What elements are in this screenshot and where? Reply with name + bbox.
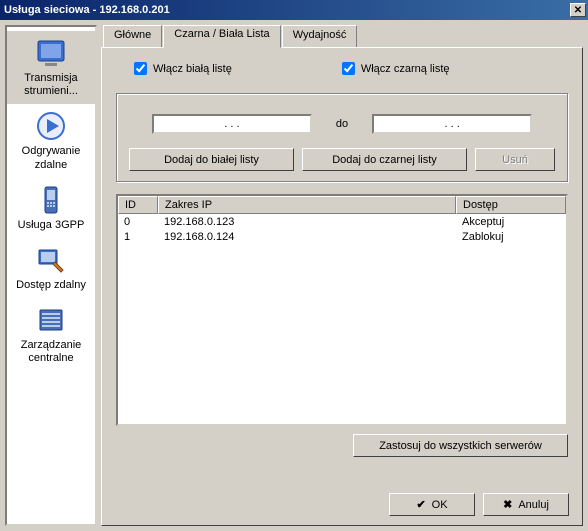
title-bar: Usługa sieciowa - 192.168.0.201 ✕: [0, 0, 588, 20]
enable-white-list-checkbox[interactable]: Włącz białą listę: [134, 62, 232, 75]
tab-main[interactable]: Główne: [103, 25, 162, 47]
cell-access: Akceptuj: [456, 214, 566, 229]
phone-icon: [35, 184, 67, 216]
sidebar-item-label: Dostęp zdalny: [16, 279, 86, 292]
ip-range-group: . . . do . . . Dodaj do białej listy Dod…: [116, 93, 568, 182]
sidebar-item-remote-playback[interactable]: Odgrywanie zdalne: [7, 104, 95, 177]
x-icon: ✖: [503, 498, 512, 511]
tab-black-white-list[interactable]: Czarna / Biała Lista: [163, 25, 280, 48]
dialog-buttons: ✔ OK ✖ Anuluj: [389, 493, 569, 516]
black-list-checkbox-label: Włącz czarną listę: [361, 63, 450, 75]
main-panel: Główne Czarna / Biała Lista Wydajność Wł…: [101, 25, 583, 526]
tab-performance[interactable]: Wydajność: [282, 25, 358, 47]
window-title: Usługa sieciowa - 192.168.0.201: [4, 4, 170, 16]
apply-to-all-servers-button[interactable]: Zastosuj do wszystkich serwerów: [353, 434, 568, 457]
column-ip-range[interactable]: Zakres IP: [158, 196, 456, 214]
ok-button[interactable]: ✔ OK: [389, 493, 475, 516]
cell-id: 0: [118, 214, 158, 229]
sidebar-item-label: Zarządzanie centralne: [9, 339, 93, 365]
white-list-checkbox-label: Włącz białą listę: [153, 63, 232, 75]
cell-access: Zablokuj: [456, 229, 566, 244]
black-list-checkbox-input[interactable]: [342, 62, 355, 75]
list-header: ID Zakres IP Dostęp: [118, 196, 566, 214]
ip-from-field[interactable]: . . .: [152, 114, 312, 134]
cell-ip: 192.168.0.124: [158, 229, 456, 244]
monitor-icon: [35, 37, 67, 69]
sidebar-item-3gpp[interactable]: Usługa 3GPP: [7, 178, 95, 238]
sidebar-item-streaming[interactable]: Transmisja strumieni...: [7, 31, 95, 104]
cell-id: 1: [118, 229, 158, 244]
ip-range-separator: do: [336, 118, 348, 130]
sidebar-item-remote-access[interactable]: Dostęp zdalny: [7, 238, 95, 298]
tab-content: Włącz białą listę Włącz czarną listę . .…: [101, 47, 583, 526]
table-row[interactable]: 0 192.168.0.123 Akceptuj: [118, 214, 566, 229]
sidebar-item-label: Odgrywanie zdalne: [9, 145, 93, 171]
tab-strip: Główne Czarna / Biała Lista Wydajność: [103, 25, 583, 47]
white-list-checkbox-input[interactable]: [134, 62, 147, 75]
ip-to-field[interactable]: . . .: [372, 114, 532, 134]
play-icon: [35, 110, 67, 142]
add-to-black-list-button[interactable]: Dodaj do czarnej listy: [302, 148, 467, 171]
sidebar-item-central-management[interactable]: Zarządzanie centralne: [7, 298, 95, 371]
sidebar-item-label: Transmisja strumieni...: [9, 72, 93, 98]
cell-ip: 192.168.0.123: [158, 214, 456, 229]
cancel-button[interactable]: ✖ Anuluj: [483, 493, 569, 516]
server-icon: [35, 304, 67, 336]
sidebar-item-label: Usługa 3GPP: [18, 219, 85, 232]
ip-list-table[interactable]: ID Zakres IP Dostęp 0 192.168.0.123 Akce…: [116, 194, 568, 426]
remote-access-icon: [35, 244, 67, 276]
sidebar: Transmisja strumieni... Odgrywanie zdaln…: [5, 25, 97, 526]
delete-button: Usuń: [475, 148, 555, 171]
close-icon: ✕: [574, 5, 582, 16]
enable-black-list-checkbox[interactable]: Włącz czarną listę: [342, 62, 450, 75]
column-access[interactable]: Dostęp: [456, 196, 566, 214]
check-icon: ✔: [416, 498, 425, 511]
add-to-white-list-button[interactable]: Dodaj do białej listy: [129, 148, 294, 171]
table-row[interactable]: 1 192.168.0.124 Zablokuj: [118, 229, 566, 244]
close-button[interactable]: ✕: [570, 3, 586, 17]
column-id[interactable]: ID: [118, 196, 158, 214]
